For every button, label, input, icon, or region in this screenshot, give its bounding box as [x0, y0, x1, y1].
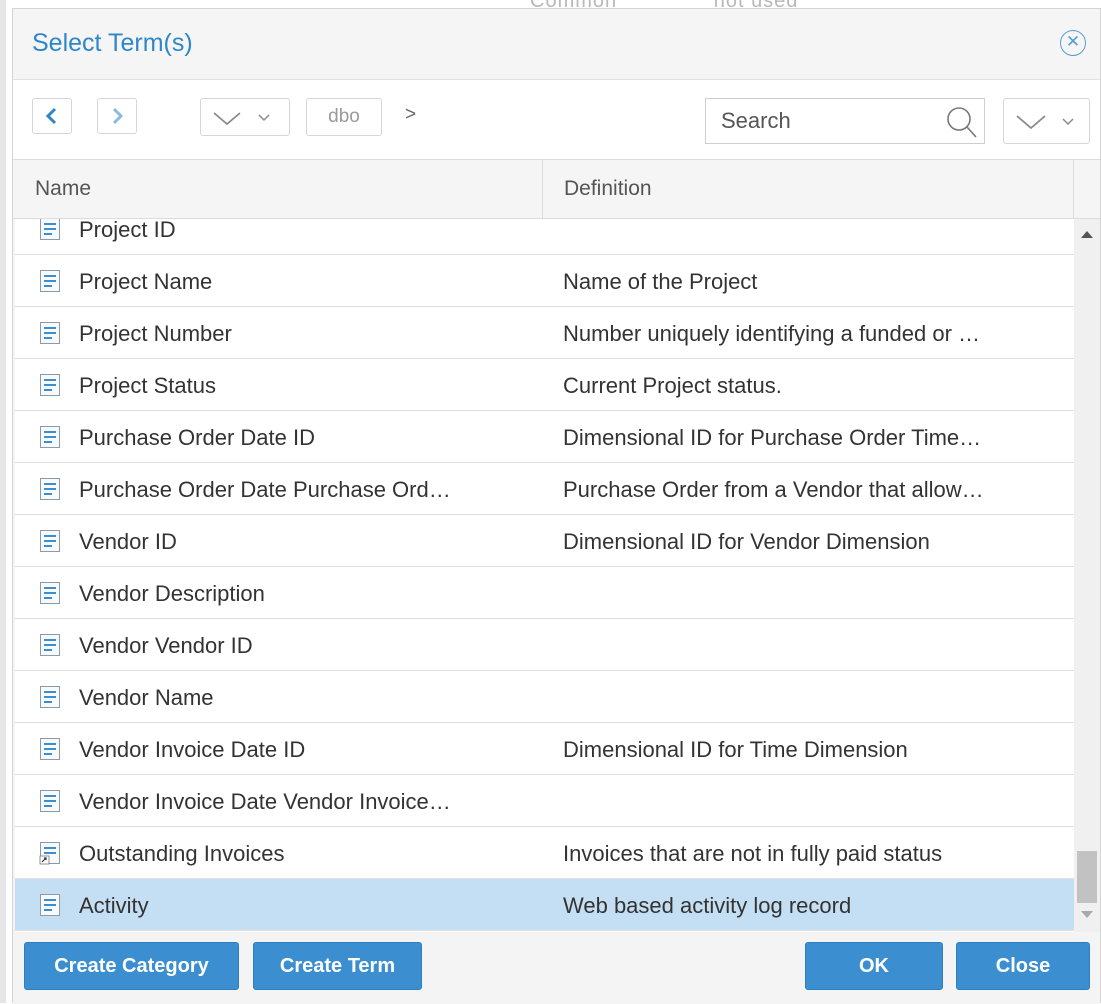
- term-icon: [39, 581, 61, 611]
- term-definition: Purchase Order from a Vendor that allow…: [563, 477, 984, 502]
- close-icon[interactable]: ✕: [1060, 30, 1086, 56]
- table-header: Name Definition: [13, 159, 1100, 219]
- term-icon: [39, 425, 61, 455]
- term-icon: [39, 529, 61, 559]
- term-name: Vendor Description: [79, 581, 265, 606]
- close-button[interactable]: Close: [956, 942, 1090, 990]
- background-panel-edge: [0, 0, 6, 1003]
- term-definition: Dimensional ID for Vendor Dimension: [563, 529, 930, 554]
- search-input[interactable]: [707, 100, 937, 142]
- term-icon: [39, 219, 61, 247]
- term-name: Project Number: [79, 321, 232, 346]
- term-definition: Invoices that are not in fully paid stat…: [563, 841, 943, 866]
- term-icon: [39, 321, 61, 351]
- search-field: [705, 98, 985, 144]
- term-icon: [39, 269, 61, 299]
- vertical-scrollbar[interactable]: [1074, 219, 1100, 932]
- chevron-down-icon: [213, 112, 270, 126]
- table-row[interactable]: Project Name Name of the Project: [15, 255, 1074, 307]
- table-row[interactable]: Purchase Order Date Purchase Ord… Purchas…: [15, 463, 1074, 515]
- term-definition: Web based activity log record: [563, 893, 852, 918]
- table-row[interactable]: Vendor Invoice Date Vendor Invoice…: [15, 775, 1074, 827]
- term-definition: Dimensional ID for Time Dimension: [563, 737, 908, 762]
- terms-table-body: Project ID Project Name Name of the Proje…: [15, 219, 1074, 932]
- term-definition: Name of the Project: [563, 269, 758, 294]
- scroll-up-arrow-icon[interactable]: [1081, 231, 1093, 238]
- history-dropdown[interactable]: [200, 98, 290, 136]
- chevron-left-icon: [45, 107, 57, 125]
- term-name: Vendor ID: [79, 529, 177, 554]
- table-row[interactable]: Outstanding Invoices Invoices that are no…: [15, 827, 1074, 879]
- term-icon: [39, 685, 61, 715]
- term-icon: [39, 633, 61, 663]
- select-terms-dialog: Select Term(s) ✕ dbo > Search Name Defin…: [12, 8, 1101, 1004]
- term-name: Project Name: [79, 269, 213, 294]
- term-icon: [39, 373, 61, 403]
- dialog-header: Select Term(s) ✕: [13, 9, 1100, 79]
- term-name: Vendor Invoice Date Vendor Invoice…: [79, 789, 451, 814]
- term-name: Purchase Order Date Purchase Ord…: [79, 477, 451, 502]
- term-name: Vendor Vendor ID: [79, 633, 253, 658]
- term-icon: [39, 789, 61, 819]
- search-icon[interactable]: [942, 105, 978, 139]
- scrollbar-thumb[interactable]: [1077, 851, 1097, 903]
- chevron-right-icon: [112, 107, 124, 125]
- table-row[interactable]: Project Status Current Project status.: [15, 359, 1074, 411]
- term-definition: Current Project status.: [563, 373, 782, 398]
- dialog-footer: Create Category Create Term OK Close: [13, 932, 1100, 1004]
- term-icon: [39, 893, 61, 923]
- table-row[interactable]: Vendor Description: [15, 567, 1074, 619]
- term-shortcut-icon: [39, 841, 61, 871]
- filter-dropdown[interactable]: [1003, 98, 1090, 144]
- table-row[interactable]: Project Number Number uniquely identifyin…: [15, 307, 1074, 359]
- table-row[interactable]: Vendor ID Dimensional ID for Vendor Dimen…: [15, 515, 1074, 567]
- term-name: Vendor Name: [79, 685, 214, 710]
- breadcrumb-dbo[interactable]: dbo: [306, 98, 382, 136]
- breadcrumb-separator: >: [405, 104, 417, 125]
- term-name: Purchase Order Date ID: [79, 425, 315, 450]
- ok-button[interactable]: OK: [805, 942, 943, 990]
- table-row[interactable]: Vendor Name: [15, 671, 1074, 723]
- table-row[interactable]: Project ID: [15, 219, 1074, 255]
- table-row[interactable]: Activity Web based activity log record: [15, 879, 1074, 931]
- term-name: Project Status: [79, 373, 216, 398]
- term-name: Activity: [79, 893, 149, 918]
- dialog-title: Select Term(s): [32, 29, 193, 57]
- column-header-definition[interactable]: Definition: [564, 160, 652, 218]
- term-icon: [39, 477, 61, 507]
- term-definition: Number uniquely identifying a funded or …: [563, 321, 981, 346]
- column-divider: [542, 160, 543, 218]
- term-name: Outstanding Invoices: [79, 841, 285, 866]
- chevron-down-icon: [1016, 115, 1074, 130]
- create-category-button[interactable]: Create Category: [24, 942, 239, 990]
- term-definition: Dimensional ID for Purchase Order Time…: [563, 425, 982, 450]
- table-row[interactable]: Vendor Vendor ID: [15, 619, 1074, 671]
- table-row[interactable]: Vendor Invoice Date ID Dimensional ID for…: [15, 723, 1074, 775]
- create-term-button[interactable]: Create Term: [253, 942, 422, 990]
- back-button[interactable]: [32, 98, 72, 134]
- table-row[interactable]: Purchase Order Date ID Dimensional ID for…: [15, 411, 1074, 463]
- forward-button[interactable]: [97, 98, 137, 134]
- column-divider: [1073, 160, 1074, 218]
- scroll-down-arrow-icon[interactable]: [1081, 911, 1093, 918]
- term-icon: [39, 737, 61, 767]
- toolbar: dbo >: [13, 79, 1100, 159]
- term-name: Vendor Invoice Date ID: [79, 737, 306, 762]
- column-header-name[interactable]: Name: [35, 160, 91, 218]
- term-name: Project ID: [79, 219, 176, 242]
